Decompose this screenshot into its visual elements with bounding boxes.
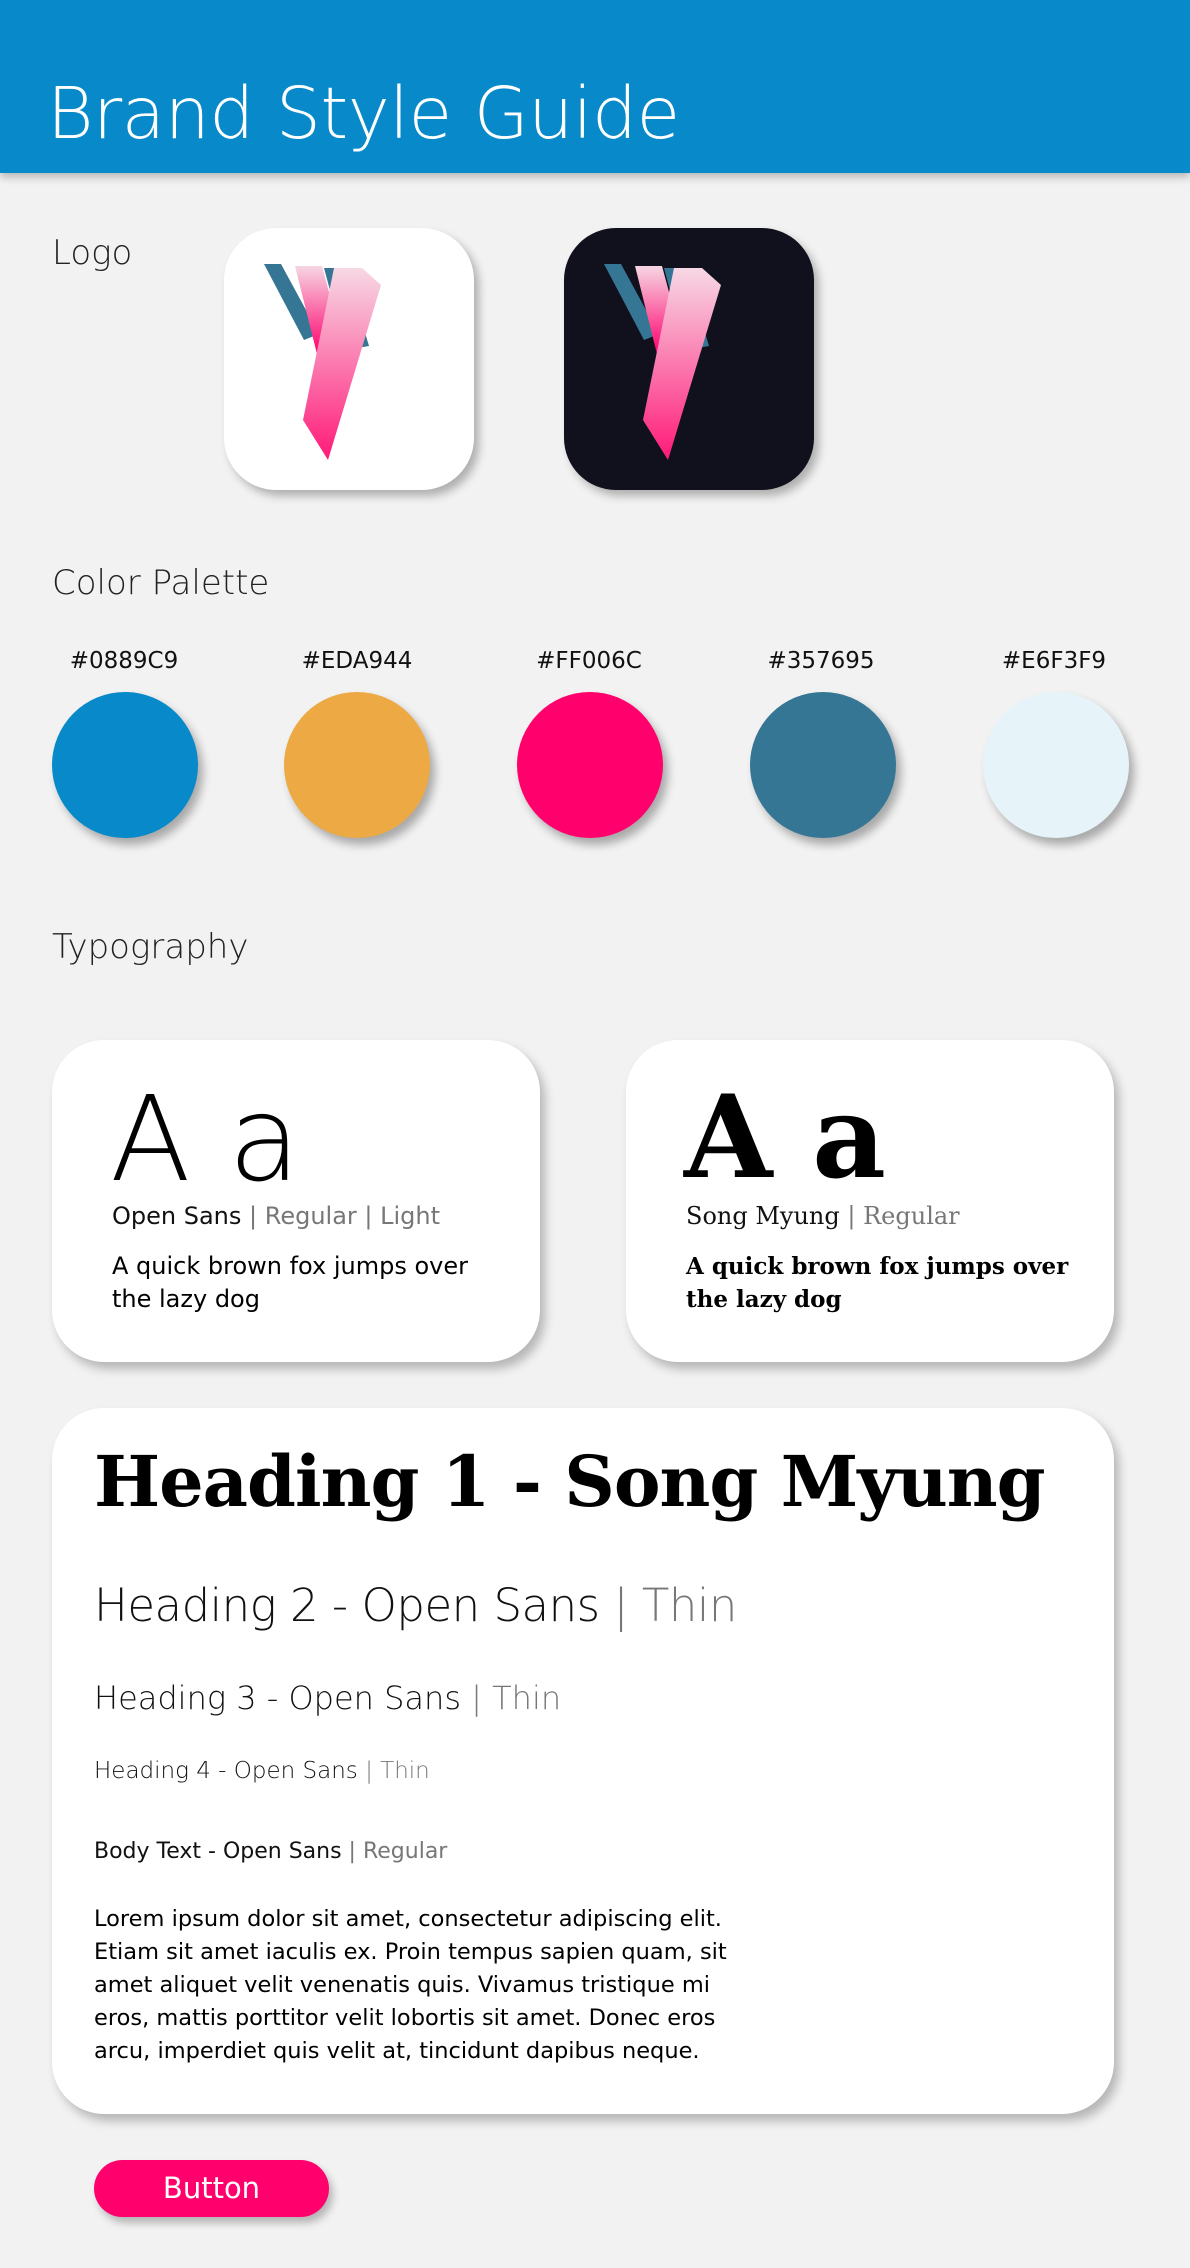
font-sample: A a bbox=[684, 1070, 887, 1204]
heading-label: Heading 4 - Open Sans bbox=[94, 1758, 358, 1784]
logo-dark-variant bbox=[564, 228, 814, 490]
font-weight: Thin bbox=[380, 1758, 430, 1784]
typography-section-title: Typography bbox=[52, 927, 249, 967]
font-card-song-myung: A a Song Myung | Regular A quick brown f… bbox=[626, 1040, 1114, 1362]
swatch-label: #0889C9 bbox=[69, 648, 179, 674]
color-swatch-orange bbox=[284, 692, 430, 838]
separator: | bbox=[241, 1202, 265, 1230]
swatch-label: #EDA944 bbox=[301, 648, 413, 674]
header-bar: Brand Style Guide bbox=[0, 0, 1190, 173]
separator: | bbox=[356, 1202, 381, 1230]
font-weight: Regular bbox=[264, 1202, 357, 1230]
color-swatch-steel-blue bbox=[750, 692, 896, 838]
swatch-label: #357695 bbox=[767, 648, 875, 674]
font-pangram: A quick brown fox jumps over the lazy do… bbox=[112, 1252, 468, 1313]
separator: | bbox=[839, 1202, 864, 1230]
color-palette-section-title: Color Palette bbox=[52, 563, 270, 603]
font-meta: Open Sans | Regular | Light bbox=[112, 1202, 440, 1230]
heading-2-sample: Heading 2 - Open Sans | Thin bbox=[94, 1583, 737, 1628]
font-weight: Regular bbox=[863, 1202, 960, 1230]
heading-label: Heading 3 - Open Sans bbox=[94, 1679, 461, 1717]
font-weight: Regular bbox=[362, 1839, 448, 1864]
separator: | bbox=[460, 1679, 493, 1717]
separator: | bbox=[341, 1839, 363, 1864]
logo-mark-icon bbox=[264, 264, 381, 460]
heading-4-sample: Heading 4 - Open Sans | Thin bbox=[94, 1760, 430, 1783]
heading-label: Heading 2 - Open Sans bbox=[94, 1579, 600, 1632]
font-weight: Thin bbox=[492, 1679, 562, 1717]
body-label: Body Text - Open Sans bbox=[94, 1839, 342, 1864]
font-meta: Song Myung | Regular bbox=[686, 1202, 960, 1230]
font-sample: A a bbox=[110, 1070, 301, 1208]
sample-button[interactable]: Button bbox=[94, 2160, 329, 2217]
font-name: Open Sans bbox=[112, 1202, 242, 1230]
logo-section-title: Logo bbox=[52, 233, 133, 273]
font-weight: Light bbox=[380, 1202, 441, 1230]
body-text-label: Body Text - Open Sans | Regular bbox=[94, 1841, 447, 1863]
swatch-label: #FF006C bbox=[536, 648, 642, 674]
logo-mark-icon bbox=[604, 264, 721, 460]
font-pangram: A quick brown fox jumps over the lazy do… bbox=[686, 1253, 1069, 1313]
color-swatch-pink bbox=[517, 692, 663, 838]
swatch-label: #E6F3F9 bbox=[1001, 648, 1107, 674]
heading-3-sample: Heading 3 - Open Sans | Thin bbox=[94, 1682, 561, 1714]
separator: | bbox=[599, 1579, 642, 1632]
color-swatch-blue bbox=[52, 692, 198, 838]
font-name: Song Myung bbox=[686, 1202, 840, 1230]
font-weight: Thin bbox=[641, 1579, 738, 1632]
font-card-open-sans: A a Open Sans | Regular | Light A quick … bbox=[52, 1040, 540, 1362]
color-swatch-pale-blue bbox=[983, 692, 1129, 838]
heading-1-sample: Heading 1 - Song Myung bbox=[94, 1440, 1046, 1523]
body-text-sample: Lorem ipsum dolor sit amet, consectetur … bbox=[94, 1906, 727, 2064]
logo-light-variant bbox=[224, 228, 474, 490]
page-title: Brand Style Guide bbox=[47, 72, 680, 155]
separator: | bbox=[357, 1758, 381, 1784]
